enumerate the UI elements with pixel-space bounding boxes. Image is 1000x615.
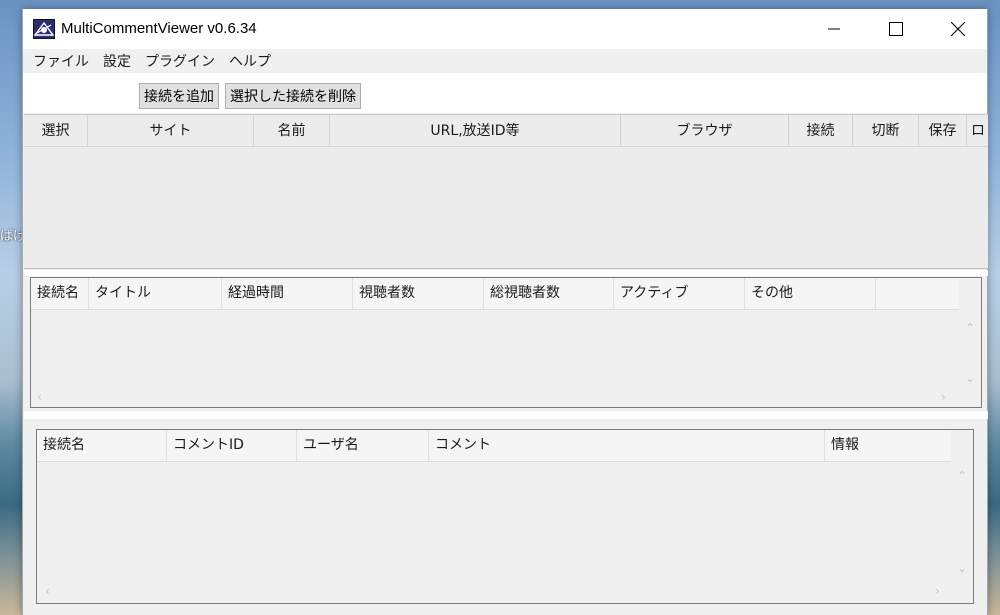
comment-grid-header: 接続名 コメントID ユーザ名 コメント 情報 [37,430,951,462]
maximize-button[interactable] [865,9,927,49]
col-site[interactable]: サイト [88,115,254,147]
col-comment-conn-name[interactable]: 接続名 [37,430,167,461]
col-info[interactable]: 情報 [825,430,951,461]
splitter-1[interactable] [24,270,988,276]
main-window: MultiCommentViewer v0.6.34 ファイル 設定 プラグイン… [22,9,988,615]
add-connection-button[interactable]: 接続を追加 [139,83,219,109]
col-browser[interactable]: ブラウザ [621,115,789,147]
chevron-left-icon[interactable]: ‹ [37,391,42,403]
chevron-down-icon[interactable]: ⌄ [957,562,967,574]
col-connect[interactable]: 接続 [789,115,853,147]
col-active[interactable]: アクティブ [614,278,745,309]
chevron-left-icon[interactable]: ‹ [45,585,50,597]
col-name[interactable]: 名前 [254,115,330,147]
menu-settings[interactable]: 設定 [99,51,137,71]
col-empty [876,278,959,309]
window-title: MultiCommentViewer v0.6.34 [61,20,257,37]
col-title[interactable]: タイトル [89,278,222,309]
title-bar[interactable]: MultiCommentViewer v0.6.34 [23,9,987,49]
col-other[interactable]: その他 [745,278,876,309]
col-comment[interactable]: コメント [429,430,825,461]
close-icon [951,22,965,36]
desktop-edge-label: ばげ [0,229,22,244]
col-log[interactable]: ロ [967,115,988,147]
chevron-right-icon[interactable]: › [941,391,946,403]
meta-grid-header: 接続名 タイトル 経過時間 視聴者数 総視聴者数 アクティブ その他 [31,278,959,310]
chevron-right-icon[interactable]: › [935,585,940,597]
menu-file[interactable]: ファイル [29,51,95,71]
remove-selected-connection-button[interactable]: 選択した接続を削除 [225,83,361,109]
menu-help[interactable]: ヘルプ [225,51,277,71]
chevron-up-icon[interactable]: ⌃ [957,470,967,482]
menu-plugins[interactable]: プラグイン [141,51,221,71]
close-button[interactable] [927,9,989,49]
col-conn-name[interactable]: 接続名 [31,278,89,309]
col-comment-id[interactable]: コメントID [167,430,297,461]
col-elapsed[interactable]: 経過時間 [222,278,353,309]
comment-vertical-scrollbar[interactable]: ⌃ ⌄ [951,430,973,603]
col-select[interactable]: 選択 [24,115,88,147]
minimize-button[interactable] [803,9,865,49]
connections-grid[interactable]: 選択 サイト 名前 URL,放送ID等 ブラウザ 接続 切断 保存 ロ [24,114,988,269]
col-disconnect[interactable]: 切断 [853,115,919,147]
chevron-up-icon[interactable]: ⌃ [965,322,975,334]
col-url[interactable]: URL,放送ID等 [330,115,621,147]
app-logo-icon [33,19,55,39]
col-username[interactable]: ユーザ名 [297,430,429,461]
minimize-icon [828,28,840,30]
meta-vertical-scrollbar[interactable]: ⌃ ⌄ [959,278,981,407]
menu-bar: ファイル 設定 プラグイン ヘルプ [23,49,987,73]
comment-grid[interactable]: 接続名 コメントID ユーザ名 コメント 情報 ⌃ ⌄ ‹ › [36,429,974,604]
toolbar: 接続を追加 選択した接続を削除 [23,73,987,113]
chevron-down-icon[interactable]: ⌄ [965,372,975,384]
col-total-viewers[interactable]: 総視聴者数 [484,278,614,309]
col-viewers[interactable]: 視聴者数 [353,278,484,309]
col-save[interactable]: 保存 [919,115,967,147]
connections-grid-header: 選択 サイト 名前 URL,放送ID等 ブラウザ 接続 切断 保存 ロ [24,115,988,147]
meta-grid[interactable]: 接続名 タイトル 経過時間 視聴者数 総視聴者数 アクティブ その他 ⌃ ⌄ ‹… [30,277,982,408]
maximize-icon [889,22,903,36]
splitter-2[interactable] [24,411,988,419]
